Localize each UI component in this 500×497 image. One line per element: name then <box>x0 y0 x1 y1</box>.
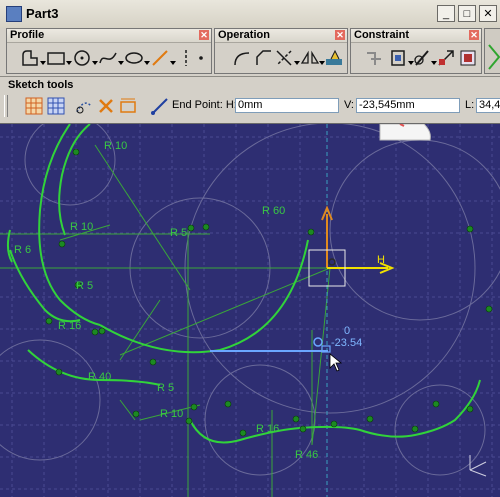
end-point-label: End Point: H: <box>172 99 237 111</box>
label-r40: R 40 <box>88 371 111 383</box>
constraint-symbols <box>45 148 493 437</box>
project-icon[interactable] <box>323 47 345 69</box>
toolbar-grip[interactable] <box>4 95 8 117</box>
grid <box>0 124 500 497</box>
profile-toolbar-close-icon[interactable]: ✕ <box>199 30 209 40</box>
operation-toolbar: Operation ✕ <box>214 28 348 74</box>
sketch-geometry: H 0 -23.54 R 10 R 10 R 6 R 5 R 16 R 5 R … <box>0 124 500 497</box>
v-coordinate-field[interactable]: -23,545mm <box>356 98 460 113</box>
maximize-button[interactable]: □ <box>458 5 476 22</box>
partial-tool-icon[interactable] <box>487 43 500 71</box>
profile-toolbar: Profile ✕ <box>6 28 212 74</box>
window-titlebar: Part3 _ □ ✕ <box>0 0 500 29</box>
label-r16-left: R 16 <box>58 320 81 332</box>
contact-icon[interactable] <box>411 47 433 69</box>
label-r46: R 46 <box>295 449 318 461</box>
mouse-pointer-icon <box>329 353 343 372</box>
window-title: Part3 <box>26 6 59 21</box>
readout-h: 0 <box>344 325 350 337</box>
label-r6: R 6 <box>14 244 31 256</box>
close-button[interactable]: ✕ <box>479 5 497 22</box>
constraint-dialog-icon[interactable] <box>363 47 385 69</box>
minimize-button[interactable]: _ <box>437 5 455 22</box>
axis-icon[interactable] <box>175 47 197 69</box>
readout-v: -23.54 <box>331 337 362 349</box>
label-r10-top: R 10 <box>104 140 127 152</box>
h-coordinate-field[interactable]: 0mm <box>235 98 339 113</box>
l-label: L: <box>465 99 475 111</box>
snap-to-point-icon[interactable] <box>46 96 66 116</box>
constraint-toolbar: Constraint ✕ <box>350 28 482 74</box>
construction-element-icon[interactable] <box>74 96 94 116</box>
origin-point <box>328 258 336 266</box>
line-tool-icon[interactable] <box>150 96 170 116</box>
construction-circles <box>0 124 500 476</box>
trim-icon[interactable] <box>273 47 295 69</box>
operation-toolbar-close-icon[interactable]: ✕ <box>335 30 345 40</box>
label-r10-mid: R 10 <box>70 221 93 233</box>
sketch-tools-title: Sketch tools <box>8 79 74 91</box>
ellipse-icon[interactable] <box>123 47 145 69</box>
label-r5-bottom: R 5 <box>157 382 174 394</box>
animate-constraint-icon[interactable] <box>435 47 457 69</box>
h-axis-label: H <box>377 254 385 266</box>
edit-multi-constraint-icon[interactable] <box>457 47 479 69</box>
v-label: V: <box>344 99 354 111</box>
chamfer-icon[interactable] <box>253 47 275 69</box>
spline-icon[interactable] <box>97 47 119 69</box>
sketch-canvas[interactable]: H 0 -23.54 R 10 R 10 R 6 R 5 R 16 R 5 R … <box>0 124 500 497</box>
label-r5-center: R 5 <box>170 227 187 239</box>
operation-toolbar-title: Operation <box>218 29 270 41</box>
length-field[interactable]: 34,45 <box>476 98 500 113</box>
toolbar-area: Profile ✕ Operation ✕ Constraint ✕ <box>0 28 500 77</box>
profile-icon[interactable] <box>19 47 41 69</box>
constraint-icon[interactable] <box>387 47 409 69</box>
line-icon[interactable] <box>149 47 171 69</box>
mirror-icon[interactable] <box>299 47 321 69</box>
compass-icon <box>469 455 487 477</box>
profile-toolbar-title: Profile <box>10 29 45 41</box>
partial-toolbar <box>484 28 500 74</box>
label-r16-bottom: R 16 <box>256 423 279 435</box>
rectangle-icon[interactable] <box>45 47 67 69</box>
label-r10-bottom: R 10 <box>160 408 183 420</box>
constraint-toolbar-title: Constraint <box>354 29 409 41</box>
grid-icon[interactable] <box>24 96 44 116</box>
geometrical-constraints-icon[interactable] <box>96 96 116 116</box>
dimensional-constraints-icon[interactable] <box>118 96 138 116</box>
constraint-toolbar-close-icon[interactable]: ✕ <box>469 30 479 40</box>
label-r60: R 60 <box>262 205 285 217</box>
cursor-snap-icon <box>313 337 323 347</box>
sketch-tools-toolbar: Sketch tools End Point: H: 0mm V: -23,54… <box>0 77 500 124</box>
label-r5-left: R 5 <box>76 280 93 292</box>
offscreen-panel <box>379 124 431 141</box>
corner-icon[interactable] <box>231 47 253 69</box>
part-icon <box>6 6 22 22</box>
circle-icon[interactable] <box>71 47 93 69</box>
